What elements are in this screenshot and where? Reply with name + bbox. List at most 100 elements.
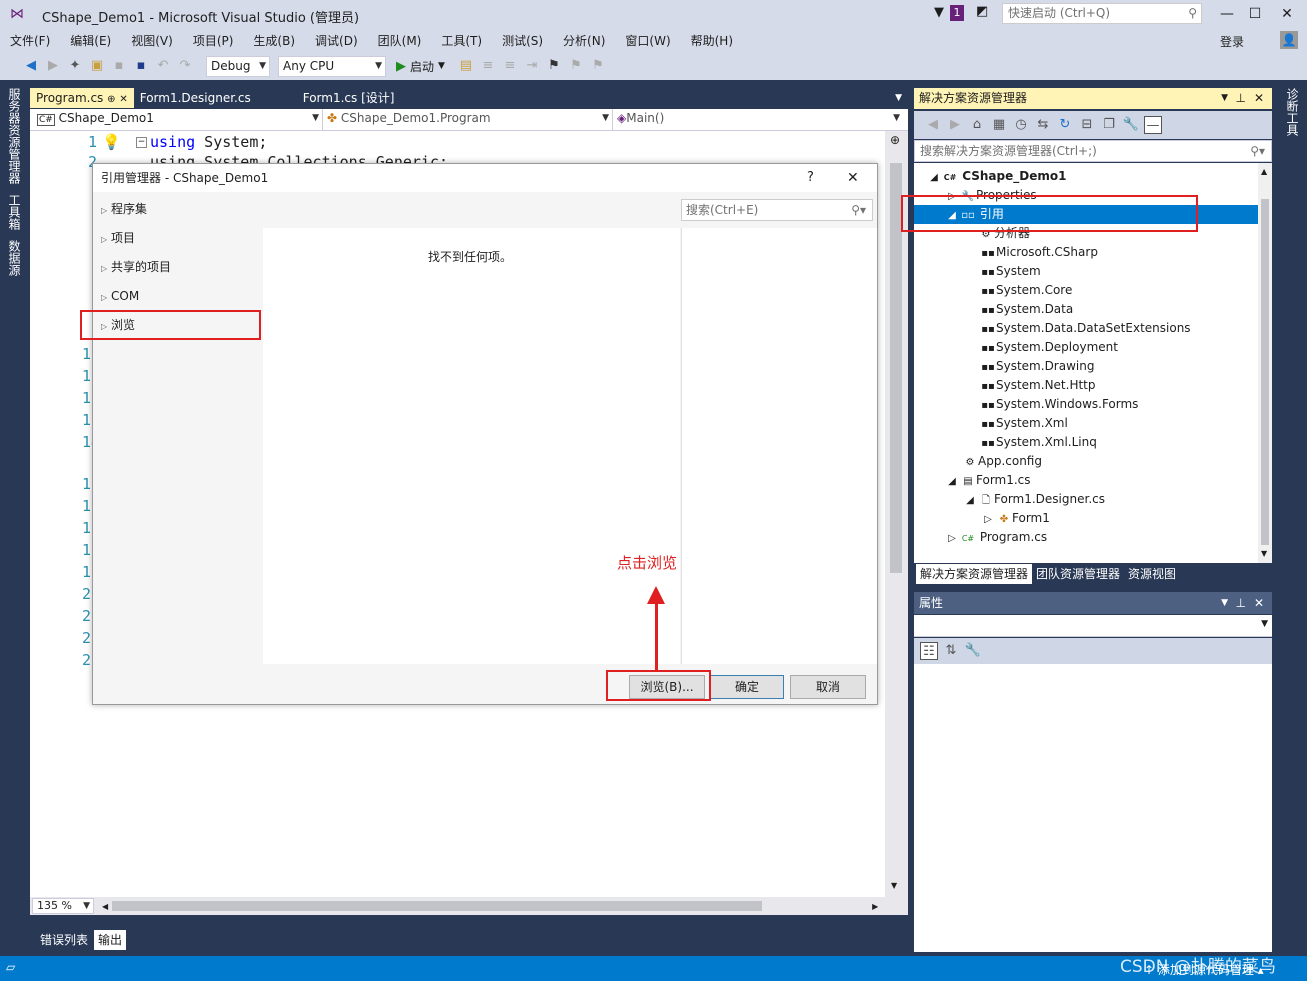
tree-node-ref[interactable]: ▪▪System.Windows.Forms — [980, 395, 1138, 414]
menu-edit[interactable]: 编辑(E) — [60, 30, 121, 52]
tab-form1-designer[interactable]: Form1.Designer.cs — [134, 88, 257, 108]
preview-icon[interactable]: — — [1144, 116, 1162, 134]
scroll-up-icon[interactable]: ▲ — [1261, 167, 1267, 176]
category-assemblies[interactable]: ▷ 程序集 — [101, 199, 147, 219]
server-explorer-tab[interactable]: 服务器资源管理器 — [6, 88, 23, 184]
solution-tree-scrollbar[interactable]: ▲ ▼ — [1258, 163, 1272, 563]
zoom-select[interactable]: 135 % ▼ — [32, 898, 94, 914]
back-icon[interactable]: ◀ — [924, 116, 942, 134]
close-icon[interactable]: ✕ — [119, 94, 127, 105]
tree-node-ref[interactable]: ▪▪System.Data — [980, 300, 1073, 319]
categorized-icon[interactable]: ☷ — [920, 642, 938, 660]
collapse-all-icon[interactable]: ⊟ — [1078, 116, 1096, 134]
property-pages-icon[interactable]: 🔧 — [964, 642, 982, 660]
menu-build[interactable]: 生成(B) — [243, 30, 305, 52]
properties-icon[interactable]: 🔧 — [1122, 116, 1140, 134]
menu-debug[interactable]: 调试(D) — [305, 30, 368, 52]
tab-solution-explorer[interactable]: 解决方案资源管理器 — [916, 564, 1033, 584]
diagnostic-tools-tab[interactable]: 诊断工具 — [1284, 88, 1301, 136]
next-bookmark-icon[interactable]: ⚑ — [589, 57, 607, 75]
forward-icon[interactable]: ▶ — [946, 116, 964, 134]
chevron-down-icon[interactable]: ▼ — [1221, 88, 1228, 109]
tab-program-cs[interactable]: Program.cs ⊕ ✕ — [30, 88, 134, 108]
close-icon[interactable]: ✕ — [1254, 88, 1264, 109]
play-icon[interactable]: ▶ — [396, 59, 406, 74]
refresh-icon[interactable]: ↻ — [1056, 116, 1074, 134]
chevron-down-icon[interactable]: ▼ — [438, 61, 445, 71]
menu-test[interactable]: 测试(S) — [492, 30, 553, 52]
tree-node-project[interactable]: ◢ C# CShape_Demo1 — [926, 167, 1066, 186]
menu-project[interactable]: 项目(P) — [183, 30, 244, 52]
toolbox-tab[interactable]: 工具箱 — [6, 194, 23, 230]
tab-error-list[interactable]: 错误列表 — [36, 930, 92, 950]
tree-node-ref[interactable]: ▪▪System — [980, 262, 1041, 281]
menu-analyze[interactable]: 分析(N) — [553, 30, 615, 52]
forward-icon[interactable]: ▶ — [44, 57, 62, 75]
ok-button[interactable]: 确定 — [710, 675, 784, 699]
chevron-down-icon[interactable]: ▼ — [895, 93, 902, 103]
login-link[interactable]: 登录 — [1220, 33, 1244, 50]
chevron-down-icon[interactable]: ▼ — [1221, 592, 1228, 614]
feedback-icon[interactable]: ◩ — [976, 4, 988, 19]
uncomment-icon[interactable]: ≡ — [501, 57, 519, 75]
tree-node-form1[interactable]: ◢ ▤ Form1.cs — [944, 471, 1030, 490]
tree-node-program[interactable]: ▷ C# Program.cs — [944, 528, 1047, 547]
tree-node-ref[interactable]: ▪▪Microsoft.CSharp — [980, 243, 1098, 262]
editor-vertical-scrollbar[interactable]: ⊕ ▼ — [885, 131, 908, 897]
horizontal-scroll-thumb[interactable] — [112, 901, 763, 911]
tree-node-app-config[interactable]: ⚙ App.config — [962, 452, 1042, 471]
dialog-close-button[interactable]: ✕ — [847, 164, 859, 192]
tree-node-ref[interactable]: ▪▪System.Core — [980, 281, 1072, 300]
pending-changes-icon[interactable]: ◷ — [1012, 116, 1030, 134]
menu-window[interactable]: 窗口(W) — [615, 30, 680, 52]
open-icon[interactable]: ▣ — [88, 57, 106, 75]
tree-node-ref[interactable]: ▪▪System.Drawing — [980, 357, 1094, 376]
bookmark-icon[interactable]: ⚑ — [545, 57, 563, 75]
pin-icon[interactable]: ⊕ — [107, 94, 115, 105]
properties-object-select[interactable]: ▼ — [914, 615, 1272, 637]
alphabetical-icon[interactable]: ⇅ — [942, 642, 960, 660]
pin-icon[interactable]: ⊥ — [1236, 592, 1246, 614]
indent-icon[interactable]: ⇥ — [523, 57, 541, 75]
tree-node-ref[interactable]: ▪▪System.Data.DataSetExtensions — [980, 319, 1190, 338]
tree-node-ref[interactable]: ▪▪System.Deployment — [980, 338, 1118, 357]
help-button[interactable]: ? — [807, 164, 814, 192]
tree-node-ref[interactable]: ▪▪System.Xml.Linq — [980, 433, 1097, 452]
save-all-icon[interactable]: ▪ — [132, 57, 150, 75]
close-window-button[interactable]: ✕ — [1272, 2, 1302, 26]
category-shared-projects[interactable]: ▷ 共享的项目 — [101, 257, 171, 277]
chevron-down-icon[interactable]: ▼ — [891, 881, 897, 890]
quick-launch-input[interactable]: 快速启动 (Ctrl+Q) ⚲ — [1002, 3, 1202, 24]
menu-tools[interactable]: 工具(T) — [431, 30, 492, 52]
lightbulb-icon[interactable]: 💡 — [102, 133, 121, 151]
menu-view[interactable]: 视图(V) — [121, 30, 183, 52]
save-icon[interactable]: ▪ — [110, 57, 128, 75]
config-select[interactable]: Debug ▼ — [206, 55, 270, 77]
scroll-down-icon[interactable]: ▼ — [1261, 549, 1267, 558]
pin-icon[interactable]: ⊥ — [1236, 88, 1246, 109]
comment-icon[interactable]: ≡ — [479, 57, 497, 75]
platform-select[interactable]: Any CPU ▼ — [278, 55, 386, 77]
sync-icon[interactable]: ⇆ — [1034, 116, 1052, 134]
tab-resource-view[interactable]: 资源视图 — [1124, 564, 1180, 584]
close-icon[interactable]: ✕ — [1254, 592, 1264, 614]
copy-icon[interactable]: ❐ — [1100, 116, 1118, 134]
scroll-right-icon[interactable]: ▶ — [872, 902, 878, 911]
tab-output[interactable]: 输出 — [94, 930, 127, 950]
account-icon[interactable]: 👤 — [1280, 31, 1298, 49]
home-icon[interactable]: ⌂ — [968, 116, 986, 134]
category-com[interactable]: ▷ COM — [101, 286, 139, 306]
tab-form1-design[interactable]: Form1.cs [设计] — [297, 88, 401, 108]
start-button[interactable]: 启动 — [410, 58, 434, 75]
browser-link-icon[interactable]: ▤ — [457, 57, 475, 75]
tab-team-explorer[interactable]: 团队资源管理器 — [1032, 564, 1124, 584]
menu-help[interactable]: 帮助(H) — [681, 30, 743, 52]
collapse-icon[interactable]: − — [136, 137, 147, 148]
output-icon[interactable]: ▱ — [6, 960, 15, 974]
minimize-button[interactable]: — — [1212, 2, 1242, 26]
menu-file[interactable]: 文件(F) — [0, 30, 60, 52]
notification-badge[interactable]: 1 — [950, 5, 964, 21]
switch-views-icon[interactable]: ▦ — [990, 116, 1008, 134]
data-sources-tab[interactable]: 数据源 — [6, 240, 23, 276]
new-project-icon[interactable]: ✦ — [66, 57, 84, 75]
